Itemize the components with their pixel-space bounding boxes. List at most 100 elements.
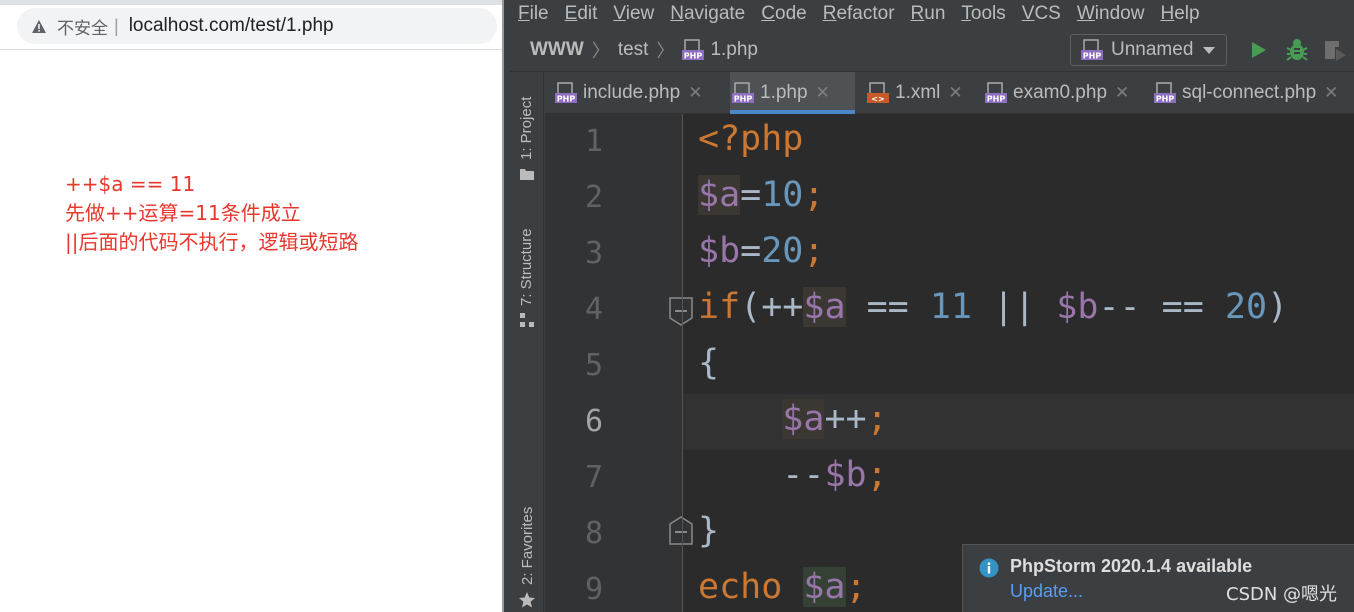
tool-window-label: 2: Favorites [518, 506, 536, 585]
tool-window-strip: 1: Project 7: Structure 2: Favorites [510, 72, 544, 612]
code-line-3: $b=20; [698, 231, 825, 271]
address-divider: | [114, 15, 119, 36]
breadcrumb-file[interactable]: 1.php [710, 39, 758, 61]
tab-label: exam0.php [1013, 82, 1108, 103]
breadcrumb-root[interactable]: WWW [530, 39, 584, 61]
line-number: 2 [585, 180, 604, 215]
browser-window: 不安全 | localhost.com/test/1.php ++$a == 1… [0, 0, 502, 612]
run-icon[interactable] [1248, 40, 1268, 65]
debug-icon[interactable] [1285, 38, 1309, 67]
menu-help[interactable]: Help [1160, 3, 1199, 25]
tab-label: 1.php [760, 82, 808, 103]
code-line-5: { [698, 343, 720, 383]
php-file-icon: PHP [682, 39, 705, 61]
svg-text:PHP: PHP [987, 95, 1006, 104]
output-line: 先做++运算=11条件成立 [65, 201, 301, 225]
info-icon [979, 558, 999, 583]
menu-bar: File Edit View Navigate Code Refactor Ru… [510, 0, 1354, 28]
menu-tools[interactable]: Tools [961, 3, 1005, 25]
php-file-icon: PHP [1154, 82, 1176, 104]
code-line-1: <?php [698, 119, 803, 159]
php-file-icon: PHP [985, 82, 1007, 104]
line-number: 5 [585, 348, 604, 383]
svg-text:PHP: PHP [734, 95, 753, 104]
line-number: 4 [585, 292, 604, 327]
tool-window-label: 1: Project [518, 96, 535, 160]
tab-label: sql-connect.php [1182, 82, 1317, 103]
warning-icon[interactable] [31, 18, 47, 34]
php-file-icon: PHP [1081, 39, 1103, 61]
menu-run[interactable]: Run [911, 3, 946, 25]
tab-1-php[interactable]: PHP 1.php ✕ [730, 72, 855, 114]
update-link[interactable]: Update... [1010, 581, 1083, 602]
coverage-icon[interactable] [1323, 39, 1347, 66]
tab-include-php[interactable]: PHP include.php ✕ [555, 72, 725, 114]
folder-icon [519, 169, 534, 180]
php-file-icon: PHP [732, 82, 754, 104]
menu-window[interactable]: Window [1077, 3, 1145, 25]
tab-exam0-php[interactable]: PHP exam0.php ✕ [985, 72, 1140, 114]
close-icon[interactable]: ✕ [1115, 83, 1129, 103]
line-number: 7 [585, 460, 604, 495]
xml-file-icon: <> [867, 82, 889, 104]
line-number: 8 [585, 516, 604, 551]
notification-title: PhpStorm 2020.1.4 available [1010, 556, 1253, 576]
line-number: 9 [585, 572, 604, 607]
tool-window-label: 7: Structure [518, 228, 535, 306]
breadcrumb-separator: 〉 [591, 41, 610, 61]
tab-strip [0, 0, 502, 5]
code-line-7: --$b; [698, 455, 888, 495]
watermark: CSDN @嗯光 [1226, 584, 1338, 605]
fold-start-icon[interactable] [668, 296, 694, 331]
tab-label: 1.xml [895, 82, 941, 103]
security-status-label[interactable]: 不安全 [57, 14, 108, 39]
svg-text:<>: <> [871, 95, 884, 104]
code-line-9: echo $a; [698, 567, 867, 607]
line-number-gutter[interactable]: 1 2 3 4 5 6 7 8 9 [545, 114, 693, 612]
close-icon[interactable]: ✕ [948, 83, 962, 103]
menu-edit[interactable]: Edit [565, 3, 598, 25]
editor-tabs: PHP include.php ✕ PHP 1.php ✕ <> 1.xml ✕… [545, 72, 1354, 114]
code-token: <?php [698, 119, 804, 159]
fold-end-icon[interactable] [668, 516, 694, 551]
toolbar-divider [0, 49, 502, 50]
code-line-8: } [698, 511, 720, 551]
tool-window-structure[interactable]: 7: Structure [518, 228, 535, 328]
php-file-icon: PHP [555, 82, 577, 104]
breadcrumb: WWW 〉 test 〉 PHP 1.php [530, 37, 758, 63]
menu-vcs[interactable]: VCS [1022, 3, 1061, 25]
tab-1-xml[interactable]: <> 1.xml ✕ [867, 72, 977, 114]
output-line: ||后面的代码不执行，逻辑或短路 [65, 230, 359, 254]
tab-label: include.php [583, 82, 681, 103]
ide-window: File Edit View Navigate Code Refactor Ru… [510, 0, 1354, 612]
run-configuration-label: Unnamed [1111, 39, 1194, 60]
close-icon[interactable]: ✕ [1324, 83, 1338, 103]
chevron-down-icon [1202, 43, 1216, 61]
url-text[interactable]: localhost.com/test/1.php [129, 15, 334, 37]
menu-view[interactable]: View [613, 3, 654, 25]
svg-text:PHP: PHP [1156, 95, 1175, 104]
run-configuration-dropdown[interactable]: PHP Unnamed [1070, 34, 1227, 66]
gutter-divider [682, 114, 683, 612]
breadcrumb-separator: 〉 [656, 41, 675, 61]
menu-file[interactable]: File [518, 3, 549, 25]
code-line-2: $a=10; [698, 175, 825, 215]
line-number: 1 [585, 124, 604, 159]
tool-window-project[interactable]: 1: Project [518, 97, 535, 182]
svg-text:PHP: PHP [684, 52, 703, 61]
address-bar[interactable]: 不安全 | localhost.com/test/1.php [17, 8, 497, 44]
output-line: ++$a == 11 [65, 172, 196, 196]
tab-sql-connect-php[interactable]: PHP sql-connect.php ✕ [1154, 72, 1354, 114]
code-line-4: if(++$a == 11 || $b-- == 20) [698, 287, 1289, 327]
navigation-bar: WWW 〉 test 〉 PHP 1.php PHP Unnamed [510, 31, 1354, 69]
close-icon[interactable]: ✕ [688, 83, 702, 103]
code-editor[interactable]: 1 2 3 4 5 6 7 8 9 <?php $a=10; $b=20; if… [545, 114, 1354, 612]
tool-window-favorites[interactable]: 2: Favorites [518, 507, 536, 609]
close-icon[interactable]: ✕ [816, 83, 830, 103]
menu-code[interactable]: Code [761, 3, 806, 25]
menu-refactor[interactable]: Refactor [823, 3, 895, 25]
menu-navigate[interactable]: Navigate [670, 3, 745, 25]
breadcrumb-folder[interactable]: test [618, 39, 649, 61]
structure-icon [519, 313, 534, 327]
code-line-6: $a++; [782, 399, 888, 439]
